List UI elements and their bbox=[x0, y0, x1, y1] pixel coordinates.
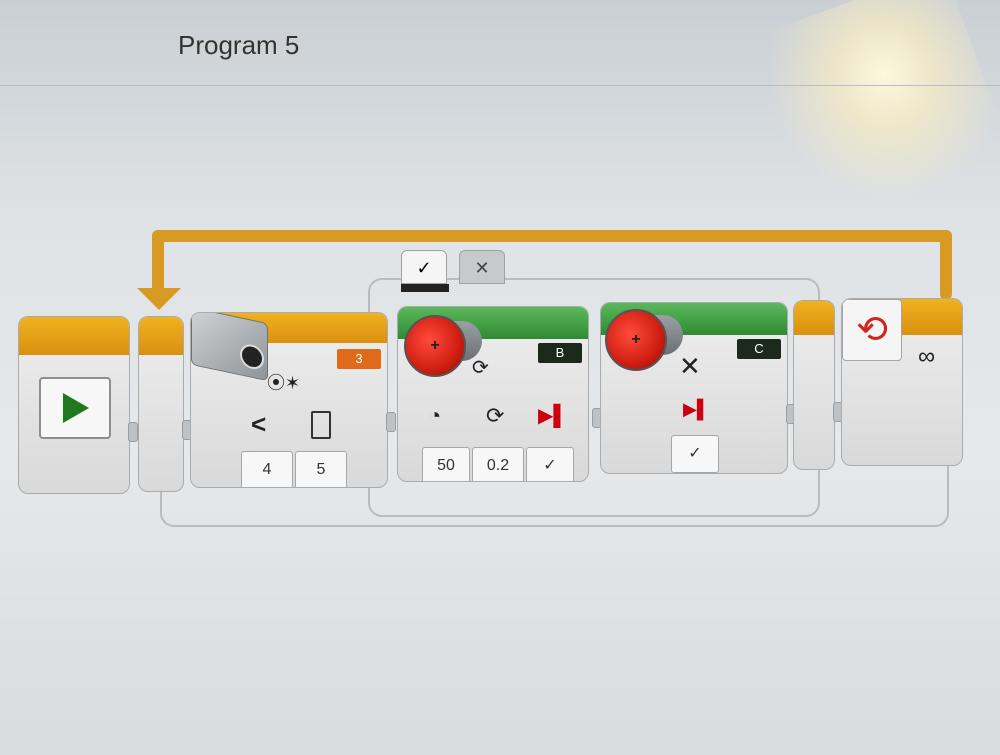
rotations-param[interactable]: 0.2 bbox=[472, 447, 524, 481]
loop-icon[interactable]: ⟲ bbox=[842, 299, 902, 361]
large-motor-icon: + bbox=[404, 315, 466, 377]
threshold-icon bbox=[311, 411, 331, 439]
mode-off-icon[interactable]: ✕ bbox=[679, 351, 701, 382]
loop-count[interactable]: ∞ bbox=[918, 343, 935, 371]
compare-operator[interactable]: < bbox=[251, 409, 266, 440]
motor-b-block[interactable]: B + ⟳ ◔ ⟳ ▶▌ 50 0.2 ✓ bbox=[397, 306, 589, 482]
switch-end-band bbox=[794, 301, 834, 335]
loop-arrow-head bbox=[137, 288, 181, 310]
loop-arrow bbox=[152, 230, 952, 242]
rotations-icon[interactable]: ⟳ bbox=[472, 355, 489, 380]
compare-param-1[interactable]: 4 bbox=[241, 451, 293, 487]
loop-start-band bbox=[139, 317, 183, 355]
brake-icon: ▶▌ bbox=[538, 405, 568, 427]
axle-icon: + bbox=[430, 337, 440, 354]
compare-param-2[interactable]: 5 bbox=[295, 451, 347, 487]
play-icon bbox=[63, 393, 89, 423]
sensor-mode-icon[interactable]: ⦿✶ bbox=[267, 369, 300, 395]
sensor-eye-icon bbox=[240, 342, 264, 372]
speed-icon: ◔ bbox=[428, 403, 442, 428]
tab-false[interactable]: ✕ bbox=[459, 250, 505, 284]
start-block[interactable] bbox=[18, 316, 130, 494]
start-band bbox=[19, 317, 129, 355]
tab-active-indicator bbox=[401, 284, 449, 292]
brake-param[interactable]: ✓ bbox=[671, 435, 719, 473]
start-button[interactable] bbox=[39, 377, 111, 439]
color-sensor-block[interactable]: 3 ⦿✶ < 4 5 bbox=[190, 312, 388, 488]
port-label[interactable]: 3 bbox=[337, 349, 381, 369]
title-bar: Program 5 bbox=[0, 0, 1000, 86]
motor-c-block[interactable]: C + ✕ ▶▌ ✓ bbox=[600, 302, 788, 474]
speed-param[interactable]: 50 bbox=[422, 447, 470, 481]
axle-icon: + bbox=[631, 331, 641, 348]
connector-slot bbox=[386, 412, 396, 432]
brake-icon: ▶▌ bbox=[683, 399, 710, 419]
large-motor-icon: + bbox=[605, 309, 667, 371]
connector-slot bbox=[128, 422, 138, 442]
port-label[interactable]: B bbox=[538, 343, 582, 363]
program-title: Program 5 bbox=[178, 30, 300, 60]
loop-end-block[interactable]: ⟲ ∞ bbox=[841, 298, 963, 466]
port-label[interactable]: C bbox=[737, 339, 781, 359]
tab-true[interactable]: ✓ bbox=[401, 250, 447, 284]
loop-start-block[interactable] bbox=[138, 316, 184, 492]
loop-arrow-right bbox=[940, 230, 952, 300]
color-sensor-icon bbox=[191, 313, 268, 382]
switch-end-block bbox=[793, 300, 835, 470]
brake-param[interactable]: ✓ bbox=[526, 447, 574, 481]
rotations-param-icon: ⟳ bbox=[486, 403, 505, 428]
